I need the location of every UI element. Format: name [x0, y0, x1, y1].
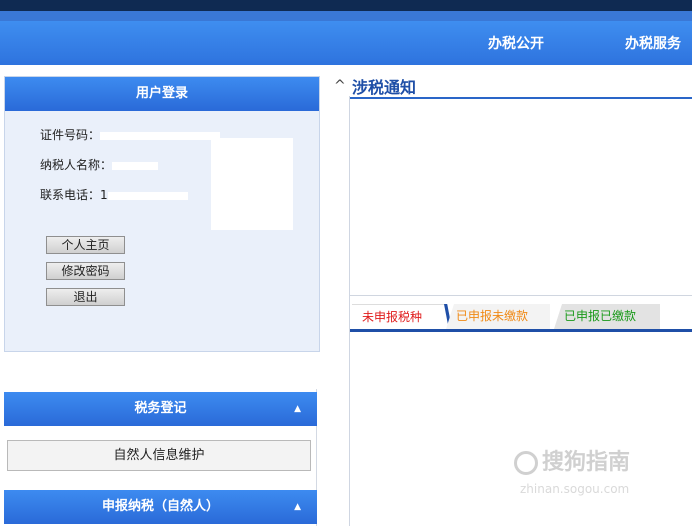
caret-up-icon: ▲	[294, 502, 301, 512]
phone-redacted	[107, 191, 188, 200]
caret-up-icon: ▲	[294, 404, 301, 414]
collapse-chevron-icon[interactable]: ^	[334, 78, 346, 94]
tab-filed-paid[interactable]: 已申报已缴款	[554, 304, 660, 329]
natural-person-info-maintenance-button[interactable]: 自然人信息维护	[7, 440, 311, 471]
tab-unfiled-taxes[interactable]: 未申报税种	[352, 304, 444, 329]
id-number-redacted	[100, 131, 221, 140]
nav-item-tax-disclosure[interactable]: 办税公开	[488, 33, 544, 53]
tax-status-tabs: 未申报税种 已申报未缴款 已申报已缴款	[350, 300, 692, 330]
top-separator-bar	[0, 11, 692, 21]
phone-partial: 1	[100, 188, 108, 202]
tax-filing-section-header[interactable]: 申报纳税（自然人） ▲	[4, 490, 317, 524]
logout-button[interactable]: 退出	[46, 288, 125, 306]
tax-registration-section-header[interactable]: 税务登记 ▲	[4, 392, 317, 426]
tabs-underline	[350, 329, 692, 332]
tab-filed-unpaid[interactable]: 已申报未缴款	[446, 304, 550, 329]
main-nav-bar: 办税公开 办税服务	[0, 21, 692, 65]
watermark: 搜狗指南	[514, 444, 630, 476]
tax-filing-title: 申报纳税（自然人）	[101, 499, 219, 514]
tax-notice-title: 涉税通知	[352, 78, 417, 97]
nav-item-tax-service[interactable]: 办税服务	[625, 33, 681, 53]
phone-row: 联系电话：1	[40, 186, 188, 203]
id-number-label: 证件号码：	[40, 128, 101, 142]
watermark-text: 搜狗指南	[542, 450, 631, 475]
id-number-row: 证件号码：	[40, 126, 221, 143]
tax-registration-title: 税务登记	[134, 401, 187, 416]
taxpayer-name-row: 纳税人名称：	[40, 156, 159, 173]
top-dark-bar	[0, 0, 692, 11]
login-panel-title: 用户登录	[5, 77, 319, 111]
personal-homepage-button[interactable]: 个人主页	[46, 236, 125, 254]
change-password-button[interactable]: 修改密码	[46, 262, 125, 280]
watermark-logo-icon	[514, 451, 538, 475]
phone-label: 联系电话：	[40, 188, 101, 202]
watermark-url: zhinan.sogou.com	[520, 482, 630, 496]
taxpayer-name-redacted	[112, 161, 159, 170]
taxpayer-name-label: 纳税人名称：	[40, 158, 113, 172]
avatar	[211, 138, 293, 230]
tax-notice-content	[350, 99, 692, 296]
